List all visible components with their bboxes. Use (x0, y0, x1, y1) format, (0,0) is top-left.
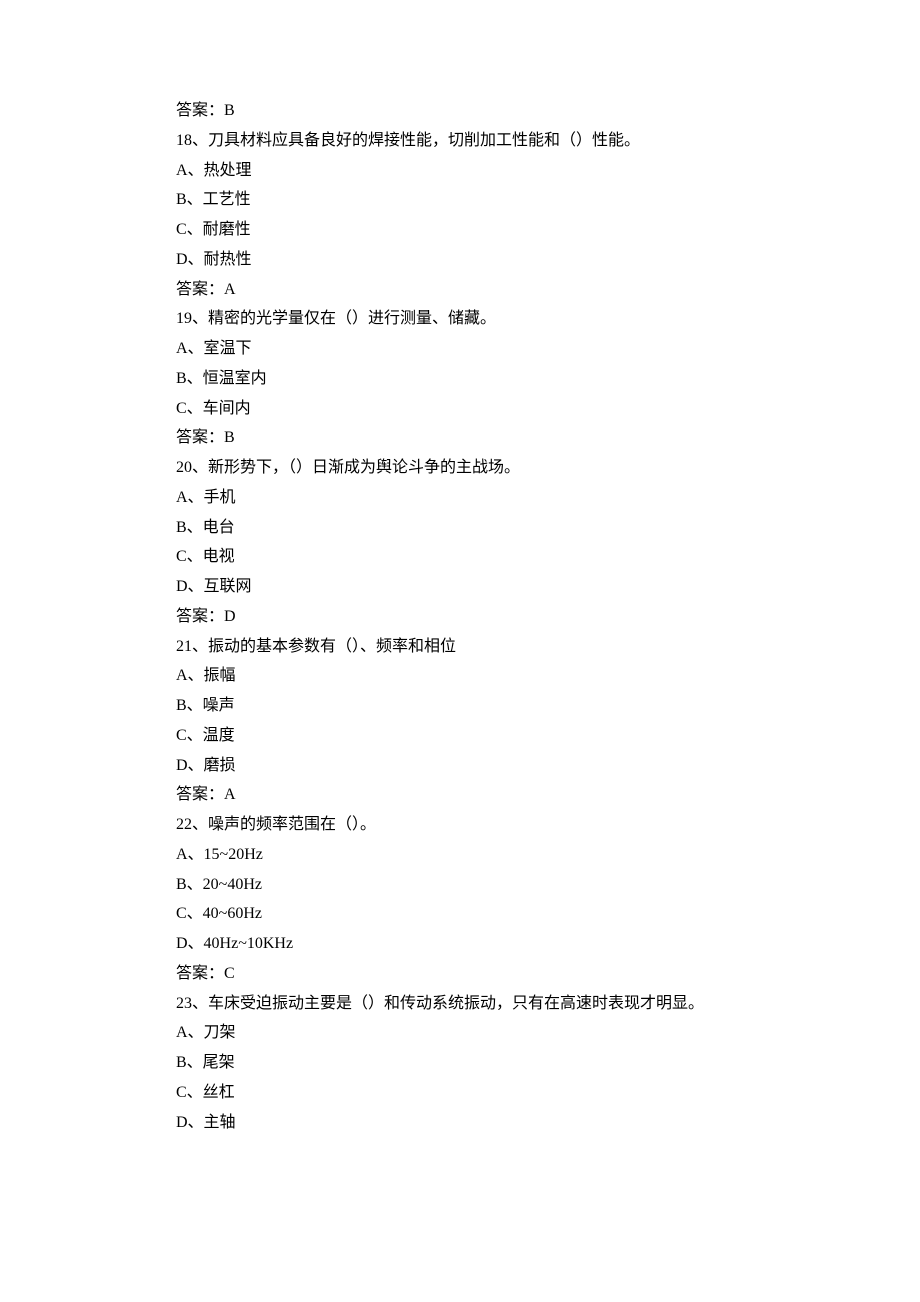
option-b: B、工艺性 (176, 185, 776, 215)
option-a: A、振幅 (176, 661, 776, 691)
option-b: B、尾架 (176, 1048, 776, 1078)
option-d: D、磨损 (176, 751, 776, 781)
option-b: B、电台 (176, 513, 776, 543)
option-c: C、耐磨性 (176, 215, 776, 245)
question-stem: 23、车床受迫振动主要是（）和传动系统振动，只有在高速时表现才明显。 (176, 989, 776, 1019)
option-c: C、温度 (176, 721, 776, 751)
question-stem: 18、刀具材料应具备良好的焊接性能，切削加工性能和（）性能。 (176, 126, 776, 156)
option-a: A、刀架 (176, 1018, 776, 1048)
question-stem: 19、精密的光学量仅在（）进行测量、储藏。 (176, 304, 776, 334)
option-c: C、40~60Hz (176, 899, 776, 929)
option-d: D、互联网 (176, 572, 776, 602)
question-stem: 20、新形势下，（）日渐成为舆论斗争的主战场。 (176, 453, 776, 483)
option-a: A、15~20Hz (176, 840, 776, 870)
answer-line: 答案：B (176, 96, 776, 126)
option-b: B、20~40Hz (176, 870, 776, 900)
answer-line: 答案：A (176, 275, 776, 305)
option-d: D、40Hz~10KHz (176, 929, 776, 959)
option-b: B、恒温室内 (176, 364, 776, 394)
option-d: D、主轴 (176, 1108, 776, 1138)
answer-line: 答案：C (176, 959, 776, 989)
option-d: D、耐热性 (176, 245, 776, 275)
option-b: B、噪声 (176, 691, 776, 721)
option-a: A、热处理 (176, 156, 776, 186)
answer-line: 答案：B (176, 423, 776, 453)
question-stem: 22、噪声的频率范围在（）。 (176, 810, 776, 840)
option-a: A、室温下 (176, 334, 776, 364)
option-c: C、丝杠 (176, 1078, 776, 1108)
option-a: A、手机 (176, 483, 776, 513)
question-stem: 21、振动的基本参数有（）、频率和相位 (176, 632, 776, 662)
answer-line: 答案：A (176, 780, 776, 810)
option-c: C、车间内 (176, 394, 776, 424)
answer-line: 答案：D (176, 602, 776, 632)
document-page: 答案：B 18、刀具材料应具备良好的焊接性能，切削加工性能和（）性能。 A、热处… (0, 0, 776, 1237)
option-c: C、电视 (176, 542, 776, 572)
